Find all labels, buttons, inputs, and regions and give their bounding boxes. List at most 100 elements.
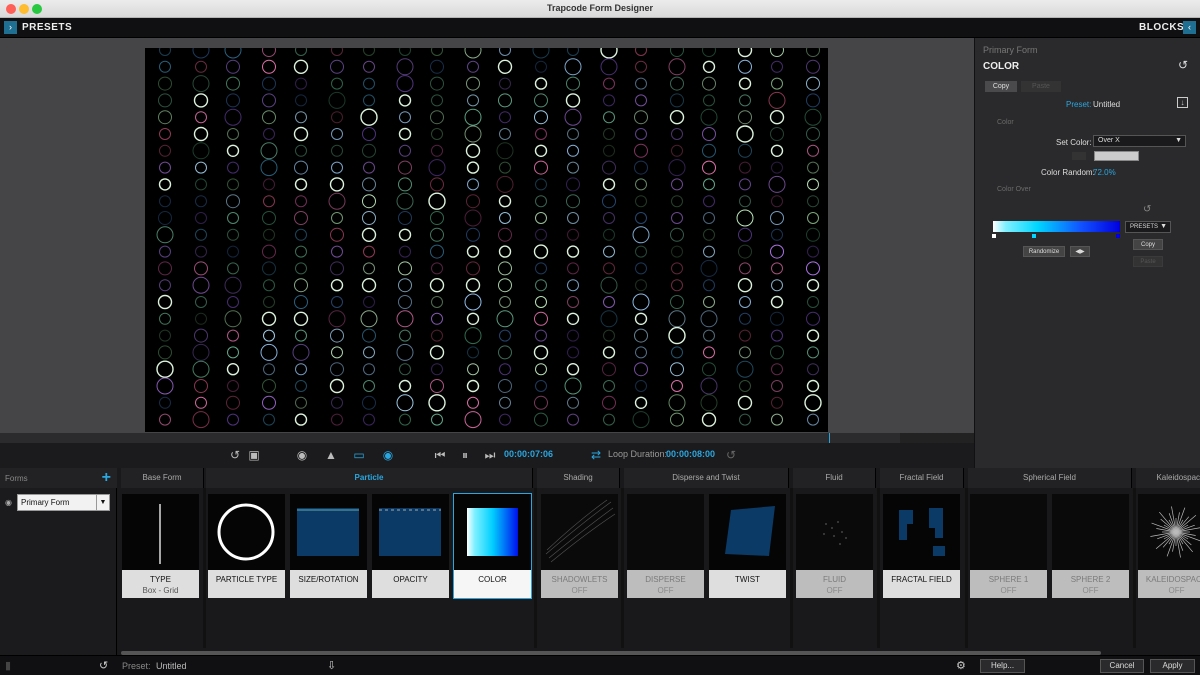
particle-ring (635, 346, 647, 359)
apply-button[interactable]: Apply (1150, 659, 1195, 673)
block-fluid[interactable]: FLUID OFF (796, 494, 873, 598)
road-icon[interactable]: ▲ (322, 447, 340, 463)
gradient-paste-button[interactable]: Paste (1133, 256, 1163, 267)
loop-duration-value[interactable]: 00:00:08:00 (666, 449, 715, 459)
block-label: TYPE (150, 575, 171, 584)
particle-ring (362, 395, 376, 410)
block-size-rotation[interactable]: SIZE/ROTATION (290, 494, 367, 598)
particle-ring (293, 126, 309, 142)
block-sphere-1[interactable]: SPHERE 1 OFF (970, 494, 1047, 598)
color-over-gradient[interactable] (993, 221, 1120, 232)
block-sphere-2[interactable]: SPHERE 2 OFF (1052, 494, 1129, 598)
blocks-toggle-button[interactable]: ‹ (1183, 21, 1196, 34)
presets-toggle-button[interactable]: › (4, 21, 17, 34)
block-twist[interactable]: TWIST (709, 494, 786, 598)
form-select[interactable]: Primary Form ▼ (17, 494, 110, 511)
gradient-stop[interactable] (992, 234, 996, 238)
set-color-dropdown[interactable]: Over X ▼ (1093, 135, 1186, 147)
particle-ring (159, 195, 171, 208)
cancel-button[interactable]: Cancel (1100, 659, 1144, 673)
particle-ring (398, 177, 412, 192)
particle-ring (295, 77, 307, 90)
skip-to-start-icon[interactable]: ⏮ (434, 447, 446, 463)
gradient-copy-button[interactable]: Copy (1133, 239, 1163, 250)
camera-icon[interactable]: ▣ (246, 447, 262, 463)
circle-thumbnail-icon (217, 503, 275, 561)
timeline-scrubber[interactable] (0, 433, 974, 443)
block-particle-type[interactable]: PARTICLE TYPE (208, 494, 285, 598)
block-thumbnail (1138, 494, 1200, 570)
group-color-label: Color (997, 119, 1014, 126)
particle-ring (464, 327, 482, 345)
randomize-button[interactable]: Randomize (1023, 246, 1065, 257)
particle-ring (195, 161, 207, 174)
particle-ring (158, 211, 172, 225)
particle-ring (331, 128, 343, 140)
timeline-track[interactable] (0, 433, 900, 443)
particle-ring (467, 346, 479, 359)
preview-canvas[interactable] (145, 48, 828, 432)
gear-icon[interactable]: ⚙ (956, 659, 966, 672)
caret-down-icon: ▼ (1175, 137, 1182, 144)
block-caption: DISPERSE OFF (627, 570, 704, 598)
skip-to-end-icon[interactable]: ⏭ (484, 447, 496, 463)
particle-ring (703, 178, 715, 191)
color-swatch[interactable] (1094, 151, 1139, 161)
gradient-stop[interactable] (1032, 234, 1036, 238)
paste-button[interactable]: Paste (1021, 81, 1061, 92)
particle-ring (396, 58, 414, 76)
particle-ring (703, 329, 715, 342)
block-disperse[interactable]: DISPERSE OFF (627, 494, 704, 598)
arrows-icon[interactable]: ◀▶ (1070, 246, 1090, 257)
presets-label[interactable]: PRESETS (22, 22, 72, 33)
eye-icon[interactable]: ◉ (378, 447, 398, 463)
particle-ring (671, 279, 683, 292)
gradient-stop[interactable] (1116, 234, 1120, 238)
forms-header: Forms + (0, 468, 117, 488)
reset-icon[interactable]: ↺ (1178, 58, 1188, 72)
blocks-label[interactable]: BLOCKS (1139, 22, 1184, 33)
block-kaleidospace[interactable]: KALEIDOSPACE OFF (1138, 494, 1200, 598)
particle-ring (670, 362, 684, 377)
particle-ring (331, 245, 343, 258)
particle-ring (156, 226, 174, 244)
loop-icon[interactable]: ⇄ (589, 447, 603, 463)
block-opacity[interactable]: OPACITY (372, 494, 449, 598)
audio-icon[interactable]: ◉ (292, 447, 312, 463)
particle-ring (263, 413, 275, 426)
block-shadowlets[interactable]: SHADOWLETS OFF (541, 494, 618, 598)
particle-ring (566, 245, 580, 258)
block-fractal-field[interactable]: FRACTAL FIELD (883, 494, 960, 598)
add-form-icon[interactable]: + (102, 469, 111, 487)
particle-ring (398, 295, 412, 309)
particle-ring (293, 59, 309, 74)
color-random-value[interactable]: 72.0% (1093, 168, 1116, 177)
particle-ring (498, 278, 512, 293)
particle-ring (227, 128, 239, 140)
undo-icon[interactable]: ↺ (228, 447, 242, 463)
refresh-icon[interactable]: ↺ (99, 659, 108, 672)
particle-ring (195, 212, 207, 224)
particle-ring (603, 245, 615, 258)
box-view-icon[interactable]: ▭ (352, 447, 366, 463)
trash-icon[interactable]: ▮ (5, 659, 11, 672)
group-divider (534, 488, 537, 648)
particle-ring (363, 346, 375, 359)
reset-loop-icon[interactable]: ↺ (724, 447, 738, 463)
particle-ring (192, 75, 210, 93)
reset-gradient-icon[interactable]: ↺ (1143, 204, 1151, 215)
particle-ring (600, 276, 618, 294)
eye-icon[interactable]: ◉ (5, 498, 12, 507)
save-preset-icon[interactable]: ⇩ (327, 659, 336, 672)
gradient-presets-dropdown[interactable]: PRESETS ▼ (1125, 221, 1171, 233)
pause-icon[interactable]: ⏸ (459, 447, 471, 463)
copy-button[interactable]: Copy (985, 81, 1017, 92)
block-type[interactable]: TYPE Box - Grid (122, 494, 199, 598)
save-preset-icon[interactable]: ↓ (1177, 97, 1188, 108)
color-random-label: Color Random: (1041, 168, 1095, 177)
help-button[interactable]: Help... (980, 659, 1025, 673)
playhead[interactable] (829, 433, 830, 443)
particle-ring (602, 362, 616, 377)
particle-ring (331, 144, 343, 157)
block-color[interactable]: COLOR (453, 493, 532, 599)
